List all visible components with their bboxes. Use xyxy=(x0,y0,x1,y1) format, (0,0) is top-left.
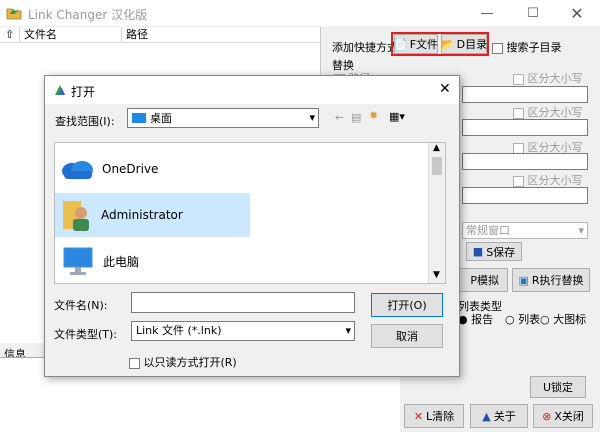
chevron-down-icon: ▾ xyxy=(309,111,315,124)
app-folder-icon xyxy=(6,8,22,20)
chevron-down-icon: ▾ xyxy=(578,224,584,237)
filetype-label: 文件类型(T): xyxy=(54,328,118,341)
place-item-this-pc[interactable]: 此电脑 xyxy=(55,239,250,283)
onedrive-cloud-icon xyxy=(62,161,93,179)
minimize-icon[interactable]: — xyxy=(464,0,510,26)
filetype-select[interactable]: Link 文件 (*.lnk) ▾ xyxy=(131,321,355,341)
back-arrow-icon[interactable]: ← xyxy=(335,111,344,124)
scroll-up-icon[interactable]: ▲ xyxy=(433,143,440,153)
column-header-filename[interactable]: 文件名 xyxy=(20,27,122,43)
main-titlebar[interactable]: Link Changer 汉化版 — ☐ ✕ xyxy=(0,0,600,26)
place-item-administrator[interactable]: Administrator xyxy=(55,193,250,237)
dialog-app-icon xyxy=(55,85,65,95)
about-button[interactable]: ▲ 关于 xyxy=(470,404,528,428)
dialog-close-icon[interactable]: ✕ xyxy=(439,81,451,97)
about-icon: ▲ xyxy=(482,409,491,423)
user-folder-icon xyxy=(63,201,89,231)
file-list-header: ⇧ 文件名 路径 xyxy=(0,27,320,43)
window-mode-select[interactable]: 常规窗口 ▾ xyxy=(462,222,588,239)
execute-icon: ▣ xyxy=(518,273,529,287)
replace-field-3[interactable] xyxy=(462,153,588,170)
scroll-down-icon[interactable]: ▼ xyxy=(433,270,440,280)
dialog-title: 打开 xyxy=(71,85,96,99)
look-in-label: 查找范围(I): xyxy=(55,115,115,128)
filename-input[interactable] xyxy=(131,292,355,313)
computer-icon xyxy=(63,247,93,275)
replace-field-1[interactable] xyxy=(462,86,588,103)
search-subdir-checkbox[interactable]: 搜索子目录 xyxy=(492,39,562,55)
close-window-icon[interactable]: ✕ xyxy=(554,0,600,26)
list-type-report-radio[interactable]: ● 报告 xyxy=(458,311,493,327)
cancel-button[interactable]: 取消 xyxy=(371,324,443,348)
dialog-titlebar[interactable]: 打开 ✕ xyxy=(45,76,459,104)
open-file-dialog: 打开 ✕ 查找范围(I): 桌面 ▾ ← ▤ ✸ ▦▾ OneDrive Adm… xyxy=(44,75,460,377)
highlight-box xyxy=(391,32,489,56)
clear-x-icon: ✕ xyxy=(413,409,424,423)
execute-replace-button[interactable]: ▣ R执行替换 xyxy=(512,268,590,292)
places-scrollbar[interactable]: ▲ ▼ xyxy=(428,143,445,283)
clear-button[interactable]: ✕ L清除 xyxy=(404,404,464,428)
sort-up-icon[interactable]: ⇧ xyxy=(0,27,20,43)
readonly-check-icon[interactable] xyxy=(129,357,140,369)
open-button[interactable]: 打开(O) xyxy=(371,293,443,317)
app-title: Link Changer 汉化版 xyxy=(28,8,148,22)
replace-field-4[interactable] xyxy=(462,187,588,204)
add-shortcut-label: 添加快捷方式 xyxy=(332,41,398,54)
maximize-icon[interactable]: ☐ xyxy=(510,0,556,26)
look-in-select[interactable]: 桌面 ▾ xyxy=(127,108,319,128)
list-type-list-radio[interactable]: ○ 列表 xyxy=(505,311,540,327)
column-header-path[interactable]: 路径 xyxy=(122,27,320,43)
new-folder-icon[interactable]: ✸ xyxy=(369,109,378,122)
close-button[interactable]: ⊗ X关闭 xyxy=(533,404,593,428)
scroll-thumb[interactable] xyxy=(432,157,442,175)
lock-button[interactable]: U锁定 xyxy=(530,376,586,398)
view-menu-icon[interactable]: ▦▾ xyxy=(389,110,405,123)
case-sensitive-checkbox-4[interactable]: 区分大小写 xyxy=(513,172,583,188)
readonly-checkbox[interactable]: 以只读方式打开(R) xyxy=(129,354,237,370)
search-subdir-check-icon[interactable] xyxy=(492,42,503,54)
filename-label: 文件名(N): xyxy=(54,299,108,312)
list-type-icons-radio[interactable]: ○ 大图标 xyxy=(540,311,586,327)
replace-field-2[interactable] xyxy=(462,119,588,136)
desktop-icon xyxy=(132,113,146,123)
chevron-down-icon: ▾ xyxy=(345,324,351,337)
case-sensitive-checkbox-2[interactable]: 区分大小写 xyxy=(513,104,583,120)
places-list[interactable]: OneDrive Administrator 此电脑 ▲ ▼ xyxy=(54,142,446,284)
up-folder-icon[interactable]: ▤ xyxy=(351,111,361,124)
case-sensitive-checkbox-1[interactable]: 区分大小写 xyxy=(513,70,583,86)
close-circle-icon: ⊗ xyxy=(542,409,552,423)
save-disk-icon: ■ xyxy=(472,245,484,258)
save-button[interactable]: ■ S保存 xyxy=(466,242,522,261)
place-item-onedrive[interactable]: OneDrive xyxy=(55,147,250,191)
